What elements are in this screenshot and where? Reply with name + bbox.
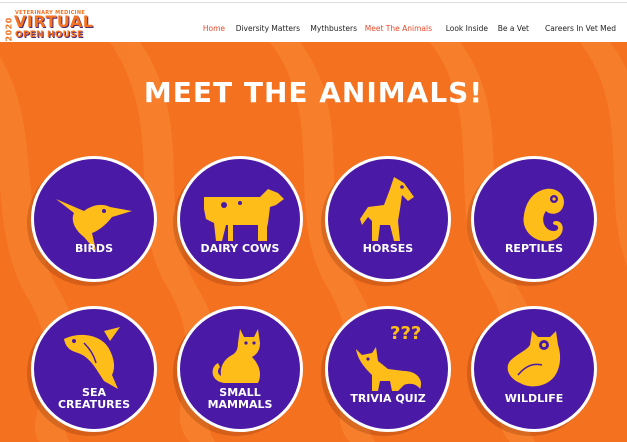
nav-careers-in-vet-med[interactable]: Careers In Vet Med bbox=[545, 24, 616, 33]
card-label: SEA CREATURES bbox=[57, 386, 131, 411]
nav-look-inside[interactable]: Look Inside bbox=[446, 24, 488, 33]
horse-icon bbox=[360, 177, 414, 241]
site-logo[interactable]: 2020 VETERINARY MEDICINE VIRTUAL OPEN HO… bbox=[3, 10, 113, 43]
card-dairy-cows[interactable]: DAIRY COWS bbox=[177, 156, 303, 282]
logo-virtual: VIRTUAL bbox=[14, 12, 94, 31]
bird-icon bbox=[56, 199, 132, 251]
card-label: REPTILES bbox=[504, 242, 564, 255]
card-wildlife[interactable]: WILDLIFE bbox=[471, 306, 597, 432]
svg-text:???: ??? bbox=[390, 323, 421, 344]
cow-icon bbox=[204, 189, 284, 241]
card-trivia-quiz[interactable]: ??? TRIVIA QUIZ bbox=[325, 306, 451, 432]
card-birds[interactable]: BIRDS bbox=[31, 156, 157, 282]
card-label: SMALL MAMMALS bbox=[207, 386, 273, 411]
card-reptiles[interactable]: REPTILES bbox=[471, 156, 597, 282]
cat-icon bbox=[212, 329, 260, 383]
page-title: MEET THE ANIMALS! bbox=[143, 76, 484, 109]
card-horses[interactable]: HORSES bbox=[325, 156, 451, 282]
nav-home[interactable]: Home bbox=[203, 24, 225, 33]
card-sea-creatures[interactable]: SEA CREATURES bbox=[31, 306, 157, 432]
card-label: HORSES bbox=[362, 242, 414, 255]
card-label: WILDLIFE bbox=[504, 392, 564, 405]
fox-question-icon: ??? bbox=[356, 323, 421, 391]
nav-mythbusters[interactable]: Mythbusters bbox=[310, 24, 357, 33]
card-small-mammals[interactable]: SMALL MAMMALS bbox=[177, 306, 303, 432]
nav-diversity-matters[interactable]: Diversity Matters bbox=[236, 24, 300, 33]
fish-icon bbox=[64, 327, 120, 389]
card-label: BIRDS bbox=[74, 242, 113, 255]
owl-icon bbox=[507, 331, 561, 387]
card-label: DAIRY COWS bbox=[200, 242, 280, 255]
nav-be-a-vet[interactable]: Be a Vet bbox=[498, 24, 529, 33]
card-label: TRIVIA QUIZ bbox=[350, 392, 426, 405]
site-header: 2020 VETERINARY MEDICINE VIRTUAL OPEN HO… bbox=[0, 4, 627, 42]
top-border bbox=[0, 0, 627, 3]
hero-section: MEET THE ANIMALS! BIRDS DAIRY COWS HORSE… bbox=[0, 42, 627, 442]
chameleon-icon bbox=[523, 188, 565, 242]
logo-open-house: OPEN HOUSE bbox=[15, 30, 84, 40]
nav-meet-the-animals[interactable]: Meet The Animals bbox=[365, 24, 432, 33]
logo-year: 2020 bbox=[4, 17, 14, 42]
